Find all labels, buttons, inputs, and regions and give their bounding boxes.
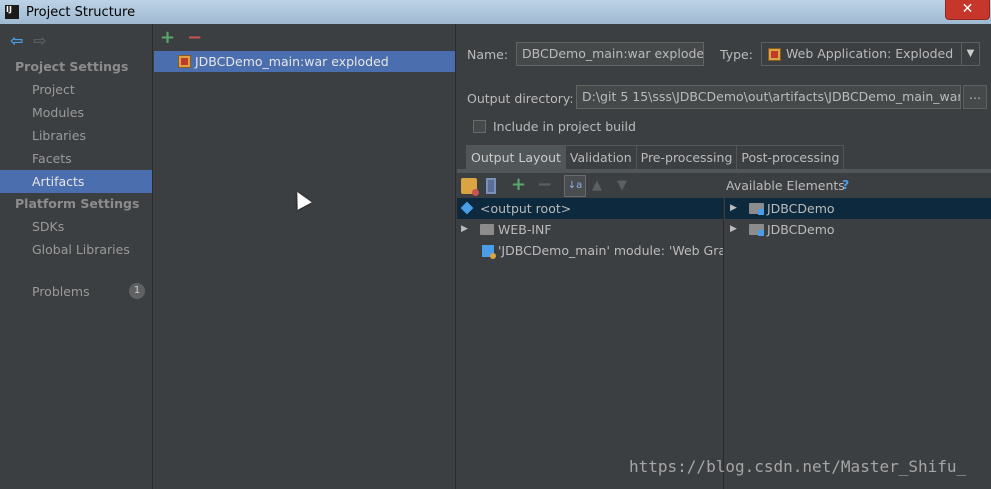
- expand-arrow-icon[interactable]: ▶: [730, 219, 737, 240]
- tab-validation[interactable]: Validation: [564, 145, 637, 169]
- project-folder-icon: [749, 224, 764, 236]
- tree-row-label: 'JDBCDemo_main' module: 'Web Gradle: [498, 243, 723, 258]
- tree-row-label: WEB-INF: [498, 222, 552, 237]
- name-field[interactable]: DBCDemo_main:war exploded: [516, 42, 704, 66]
- name-label: Name:: [467, 47, 509, 62]
- type-label: Type:: [720, 47, 753, 62]
- project-folder-icon: [749, 203, 764, 215]
- output-directory-label: Output directory:: [467, 91, 574, 106]
- type-select[interactable]: Web Application: Exploded ▼: [761, 42, 980, 66]
- title-bar: Project Structure ✕: [0, 0, 991, 24]
- settings-nav: ⇦ ⇨ Project Settings Project Modules Lib…: [0, 24, 153, 489]
- tab-pre-processing[interactable]: Pre-processing: [635, 145, 738, 169]
- create-archive-icon[interactable]: [486, 178, 496, 194]
- available-elements-label: Available Elements: [726, 178, 845, 193]
- mouse-cursor-icon: [290, 188, 312, 210]
- add-copy-icon[interactable]: +: [511, 176, 527, 194]
- remove-element-icon[interactable]: −: [537, 176, 553, 194]
- module-icon: [482, 245, 496, 259]
- expand-arrow-icon[interactable]: ▶: [461, 219, 468, 240]
- tree-row-label: <output root>: [480, 201, 572, 216]
- artifact-label: JDBCDemo_main:war exploded: [195, 54, 389, 69]
- available-elements-tree: ▶ JDBCDemo ▶ JDBCDemo: [725, 198, 991, 489]
- nav-item-artifacts[interactable]: Artifacts: [0, 170, 152, 193]
- tree-row-jdbcdemo[interactable]: ▶ JDBCDemo: [725, 219, 991, 240]
- close-button[interactable]: ✕: [945, 0, 990, 20]
- add-artifact-icon[interactable]: +: [160, 28, 175, 46]
- expand-arrow-icon[interactable]: ▶: [730, 198, 737, 219]
- tree-row-module-output[interactable]: 'JDBCDemo_main' module: 'Web Gradle: [457, 240, 723, 261]
- artifacts-panel: + − JDBCDemo_main:war exploded: [154, 24, 456, 489]
- tab-divider: [457, 169, 991, 173]
- folder-icon: [480, 224, 494, 235]
- move-up-icon[interactable]: ▲: [592, 178, 608, 194]
- help-icon[interactable]: ?: [842, 177, 849, 192]
- section-platform-settings: Platform Settings: [15, 196, 140, 211]
- nav-item-facets[interactable]: Facets: [0, 147, 152, 170]
- output-directory-field[interactable]: D:\git 5 15\sss\JDBCDemo\out\artifacts\J…: [576, 85, 961, 109]
- problems-count-badge: 1: [129, 283, 145, 299]
- output-layout-tree: <output root> ▶ WEB-INF 'JDBCDemo_main' …: [457, 198, 724, 489]
- tree-row-web-inf[interactable]: ▶ WEB-INF: [457, 219, 723, 240]
- include-in-build-checkbox[interactable]: [473, 120, 486, 133]
- chevron-down-icon[interactable]: ▼: [961, 43, 979, 65]
- tab-post-processing[interactable]: Post-processing: [736, 145, 845, 169]
- tree-row-label: JDBCDemo: [767, 201, 835, 216]
- problems-label: Problems: [32, 284, 90, 299]
- output-root-icon: [460, 201, 474, 215]
- artifacts-toolbar: + −: [154, 24, 455, 51]
- nav-item-global-libraries[interactable]: Global Libraries: [0, 238, 152, 261]
- section-project-settings: Project Settings: [15, 59, 129, 74]
- war-archive-icon: [768, 48, 781, 61]
- layout-toolbar: + − ↓a ▲ ▼ Available Elements ?: [457, 174, 991, 198]
- browse-button[interactable]: ...: [963, 85, 987, 109]
- nav-item-modules[interactable]: Modules: [0, 101, 152, 124]
- window-title: Project Structure: [26, 4, 136, 20]
- create-directory-icon[interactable]: [461, 178, 479, 196]
- type-value: Web Application: Exploded: [786, 46, 954, 61]
- move-down-icon[interactable]: ▼: [617, 178, 633, 194]
- tree-row-output-root[interactable]: <output root>: [457, 198, 723, 219]
- sort-elements-icon[interactable]: ↓a: [564, 175, 586, 197]
- watermark: https://blog.csdn.net/Master_Shifu_: [629, 457, 967, 476]
- nav-history: ⇦ ⇨: [0, 24, 152, 56]
- intellij-icon: [5, 5, 19, 19]
- nav-item-problems[interactable]: Problems 1: [0, 280, 152, 303]
- artifact-item[interactable]: JDBCDemo_main:war exploded: [154, 51, 455, 72]
- back-arrow-icon[interactable]: ⇦: [10, 31, 23, 50]
- nav-item-libraries[interactable]: Libraries: [0, 124, 152, 147]
- config-tabs: Output Layout Validation Pre-processing …: [466, 145, 845, 169]
- nav-item-sdks[interactable]: SDKs: [0, 215, 152, 238]
- tree-row-jdbcdemo[interactable]: ▶ JDBCDemo: [725, 198, 991, 219]
- include-in-build-label: Include in project build: [493, 119, 636, 134]
- nav-item-project[interactable]: Project: [0, 78, 152, 101]
- artifact-config: Name: DBCDemo_main:war exploded Type: We…: [457, 24, 991, 489]
- remove-artifact-icon[interactable]: −: [187, 28, 202, 46]
- tree-row-label: JDBCDemo: [767, 222, 835, 237]
- war-archive-icon: [178, 55, 191, 68]
- forward-arrow-icon[interactable]: ⇨: [33, 31, 46, 50]
- tab-output-layout[interactable]: Output Layout: [466, 145, 566, 169]
